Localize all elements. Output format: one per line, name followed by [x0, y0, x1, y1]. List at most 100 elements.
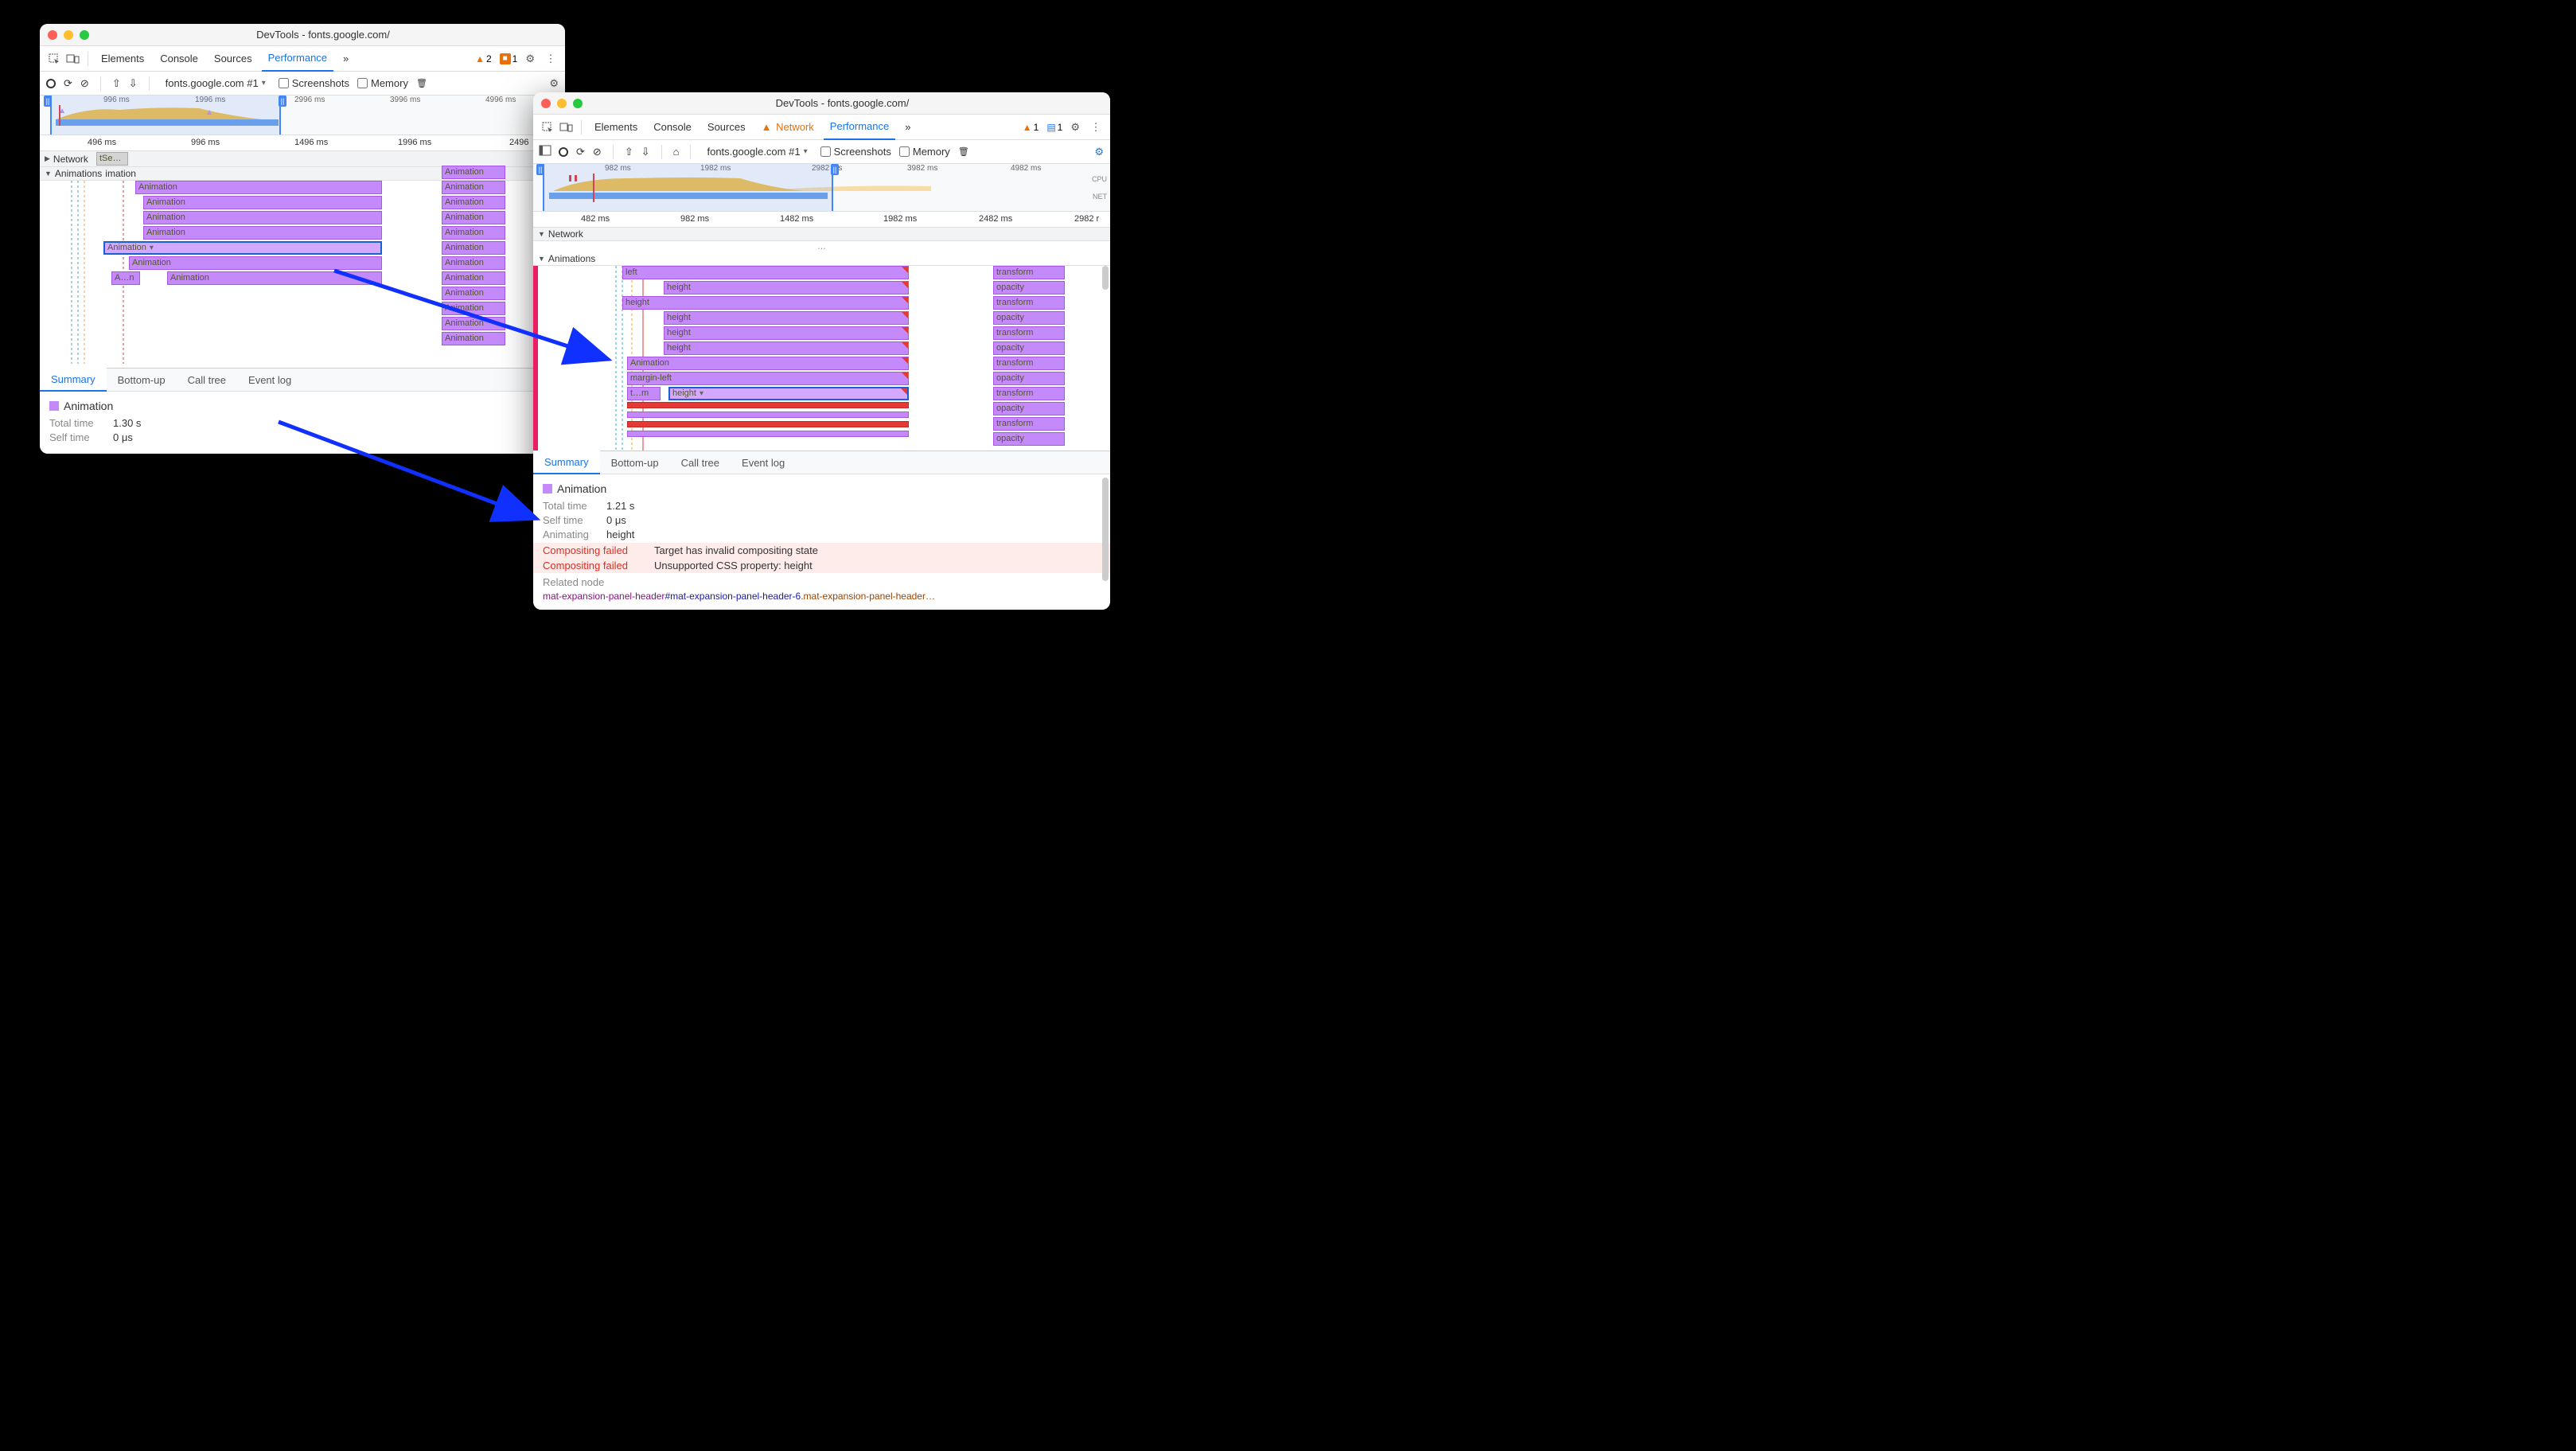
collapsed-ellipsis[interactable]: …: [533, 241, 1110, 252]
tab-console[interactable]: Console: [647, 115, 698, 140]
animation-bar[interactable]: transform: [993, 266, 1065, 279]
memory-checkbox[interactable]: Memory: [899, 146, 950, 158]
sidebar-toggle-icon[interactable]: [540, 146, 551, 158]
close-icon[interactable]: [541, 99, 551, 108]
animation-bar[interactable]: Animation: [442, 166, 505, 179]
animation-bar[interactable]: height: [664, 341, 909, 355]
overview-minimap[interactable]: 996 ms 1996 ms 2996 ms 3996 ms 4996 ms |…: [40, 96, 565, 135]
animations-track-header[interactable]: ▼Animations: [533, 252, 1110, 266]
flame-chart[interactable]: ▶Network tSe… ▼Animations imation Animat…: [40, 151, 565, 368]
animation-bar[interactable]: opacity: [993, 341, 1065, 355]
animation-bar[interactable]: transform: [993, 357, 1065, 370]
animation-bar[interactable]: opacity: [993, 281, 1065, 294]
gc-icon[interactable]: 🗑: [958, 146, 969, 157]
tab-performance[interactable]: Performance: [824, 115, 895, 140]
target-select[interactable]: fonts.google.com #1: [161, 76, 271, 91]
animation-bar[interactable]: Animation: [167, 271, 382, 285]
tab-summary[interactable]: Summary: [533, 451, 600, 474]
animation-bar[interactable]: height: [664, 281, 909, 294]
tab-call-tree[interactable]: Call tree: [177, 368, 237, 392]
tab-elements[interactable]: Elements: [588, 115, 644, 140]
animation-bar[interactable]: opacity: [993, 311, 1065, 325]
clear-icon[interactable]: ⊘: [80, 77, 89, 90]
animation-bar[interactable]: Animation: [442, 287, 505, 300]
capture-settings-icon[interactable]: ⚙: [549, 77, 559, 90]
titlebar[interactable]: DevTools - fonts.google.com/: [533, 92, 1110, 115]
animation-bar[interactable]: transform: [993, 417, 1065, 431]
animation-bar[interactable]: left: [622, 266, 909, 279]
download-icon[interactable]: ⇩: [129, 77, 138, 90]
overview-minimap[interactable]: 982 ms 1982 ms 2982 ms 3982 ms 4982 ms |…: [533, 164, 1110, 212]
animation-bar[interactable]: Animation: [442, 211, 505, 224]
zoom-icon[interactable]: [573, 99, 583, 108]
selected-range[interactable]: [543, 164, 833, 211]
tab-bottom-up[interactable]: Bottom-up: [600, 451, 670, 474]
reload-icon[interactable]: ⟳: [64, 77, 72, 90]
animation-bar[interactable]: height: [664, 326, 909, 340]
settings-icon[interactable]: ⚙: [525, 53, 535, 65]
animation-bar[interactable]: opacity: [993, 372, 1065, 385]
tab-event-log[interactable]: Event log: [731, 451, 796, 474]
screenshots-checkbox[interactable]: Screenshots: [820, 146, 891, 158]
memory-checkbox[interactable]: Memory: [357, 77, 408, 89]
animation-bar[interactable]: Animation: [442, 196, 505, 209]
tab-sources[interactable]: Sources: [208, 46, 259, 72]
record-icon[interactable]: [559, 147, 568, 157]
animation-bar[interactable]: opacity: [993, 402, 1065, 415]
download-icon[interactable]: ⇩: [641, 146, 650, 158]
tab-summary[interactable]: Summary: [40, 368, 107, 392]
network-track-header[interactable]: ▼Network: [533, 228, 1110, 241]
tab-network[interactable]: ▲ Network: [755, 115, 820, 140]
animation-bar[interactable]: A…n: [111, 271, 140, 285]
kebab-icon[interactable]: ⋮: [543, 51, 559, 67]
warnings-badge[interactable]: ▲1: [1023, 122, 1039, 133]
animation-bar[interactable]: height: [664, 311, 909, 325]
minimize-icon[interactable]: [557, 99, 567, 108]
time-ruler[interactable]: 482 ms 982 ms 1482 ms 1982 ms 2482 ms 29…: [533, 212, 1110, 228]
animation-bar[interactable]: transform: [993, 296, 1065, 310]
tab-more[interactable]: »: [337, 46, 355, 72]
upload-icon[interactable]: ⇧: [625, 146, 633, 158]
animation-bar[interactable]: Animation: [442, 317, 505, 330]
animation-bar-selected[interactable]: Animation: [103, 241, 382, 255]
animation-bar[interactable]: [627, 402, 909, 408]
related-node-link[interactable]: mat-expansion-panel-header#mat-expansion…: [543, 591, 1101, 602]
animation-bar[interactable]: Animation: [442, 241, 505, 255]
animation-bar[interactable]: [627, 431, 909, 437]
issues-badge[interactable]: ■1: [500, 53, 518, 64]
animation-bar[interactable]: Animation: [143, 211, 382, 224]
animation-bar[interactable]: transform: [993, 326, 1065, 340]
tab-bottom-up[interactable]: Bottom-up: [107, 368, 177, 392]
inspect-icon[interactable]: [46, 51, 62, 67]
animation-bar[interactable]: transform: [993, 387, 1065, 400]
inspect-icon[interactable]: [540, 119, 555, 135]
time-ruler[interactable]: 496 ms 996 ms 1496 ms 1996 ms 2496: [40, 135, 565, 151]
capture-settings-icon[interactable]: ⚙: [1094, 146, 1104, 158]
titlebar[interactable]: DevTools - fonts.google.com/: [40, 24, 565, 46]
home-icon[interactable]: ⌂: [673, 146, 680, 158]
animation-bar[interactable]: Animation: [143, 196, 382, 209]
animation-bar[interactable]: height: [622, 296, 909, 310]
animation-bar[interactable]: margin-left: [627, 372, 909, 385]
animation-bar[interactable]: Animation: [442, 302, 505, 315]
animation-bar[interactable]: opacity: [993, 432, 1065, 446]
device-icon[interactable]: [559, 119, 575, 135]
upload-icon[interactable]: ⇧: [112, 77, 121, 90]
tab-call-tree[interactable]: Call tree: [670, 451, 731, 474]
tab-more[interactable]: »: [898, 115, 917, 140]
kebab-icon[interactable]: ⋮: [1088, 119, 1104, 135]
range-handle-right[interactable]: ||: [279, 96, 286, 107]
close-icon[interactable]: [48, 30, 57, 40]
gc-icon[interactable]: 🗑: [416, 78, 427, 88]
minimize-icon[interactable]: [64, 30, 73, 40]
target-select[interactable]: fonts.google.com #1: [702, 144, 812, 159]
messages-badge[interactable]: ▤1: [1046, 122, 1062, 133]
range-handle-right[interactable]: ||: [831, 164, 839, 175]
device-icon[interactable]: [65, 51, 81, 67]
animation-bar-selected[interactable]: height: [668, 387, 909, 400]
screenshots-checkbox[interactable]: Screenshots: [279, 77, 349, 89]
animation-bar[interactable]: Animation: [442, 226, 505, 240]
tab-event-log[interactable]: Event log: [237, 368, 302, 392]
animation-bar[interactable]: Animation: [442, 271, 505, 285]
zoom-icon[interactable]: [80, 30, 89, 40]
